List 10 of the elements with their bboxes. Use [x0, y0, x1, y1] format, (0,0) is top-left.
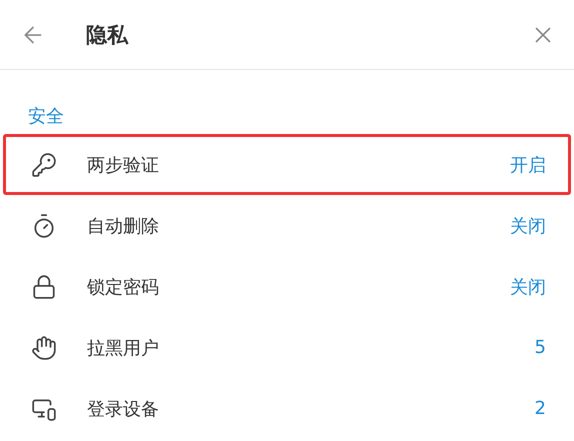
key-icon: [31, 152, 57, 178]
highlighted-settings-row[interactable]: 两步验证 开启: [3, 134, 571, 195]
settings-row[interactable]: 登录设备 2: [3, 378, 571, 439]
hand-icon: [31, 334, 57, 360]
settings-row[interactable]: 自动删除 关闭: [3, 195, 571, 256]
settings-row[interactable]: 锁定密码 关闭: [3, 256, 571, 317]
section-title: 安全: [28, 106, 64, 127]
page-title: 隐私: [86, 22, 130, 48]
settings-row[interactable]: 拉黑用户 5: [3, 317, 571, 378]
lock-icon: [31, 274, 57, 300]
